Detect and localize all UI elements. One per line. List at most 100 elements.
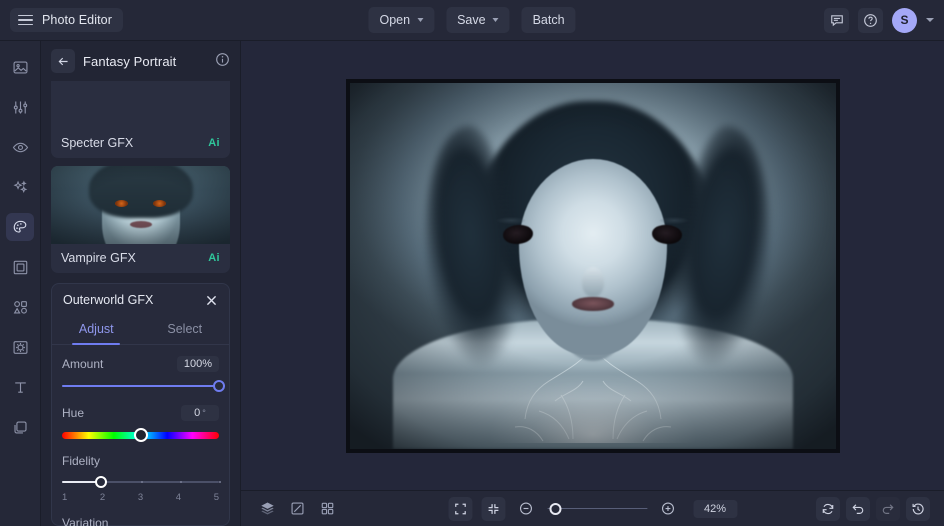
zoom-controls: 42% [447, 496, 738, 521]
ai-badge: Ai [208, 137, 220, 149]
canvas-area: 42% [241, 41, 944, 526]
comment-icon[interactable] [824, 7, 849, 33]
rail-item-palette[interactable] [6, 213, 34, 241]
app-body: Fantasy Portrait Specter GFX Ai Vampire … [0, 41, 944, 526]
edited-photo[interactable] [345, 78, 840, 453]
effect-header: Outerworld GFX [52, 284, 229, 316]
panel-header: Fantasy Portrait [41, 41, 240, 81]
tool-rail [0, 41, 41, 526]
preset-name: Vampire GFX [61, 251, 136, 265]
chevron-down-icon [492, 18, 499, 22]
slider-thumb[interactable] [548, 502, 561, 515]
canvas-viewport[interactable] [241, 41, 944, 490]
save-label: Save [457, 13, 486, 27]
slider-thumb[interactable] [95, 476, 108, 488]
panel-title: Fantasy Portrait [83, 53, 177, 69]
rail-item-eye[interactable] [6, 133, 34, 161]
redo-icon[interactable] [876, 496, 900, 521]
tab-adjust[interactable]: Adjust [52, 316, 141, 344]
effect-title: Outerworld GFX [63, 293, 154, 307]
tick-label: 3 [137, 492, 144, 503]
expand-frame-icon[interactable] [447, 496, 472, 521]
effect-tabs: Adjust Select [52, 316, 229, 345]
info-circle-icon[interactable] [215, 52, 230, 70]
list-item[interactable]: Specter GFX Ai [51, 81, 230, 158]
control-fidelity: Fidelity 1 2 3 4 5 [62, 454, 221, 503]
account-chevron-down-icon[interactable] [926, 18, 934, 22]
save-button[interactable]: Save [446, 7, 510, 33]
degree-unit: ° [202, 408, 206, 418]
avatar[interactable]: S [892, 7, 917, 33]
batch-button[interactable]: Batch [521, 7, 576, 33]
tick-label: 5 [213, 492, 219, 503]
app-title: Photo Editor [42, 13, 112, 27]
bottom-left-tools [255, 497, 339, 521]
slider-fill [62, 385, 219, 387]
bottom-right-tools [816, 496, 930, 521]
fidelity-tick-labels: 1 2 3 4 5 [62, 492, 219, 503]
preset-thumbnail [51, 81, 230, 129]
tick-label: 1 [62, 492, 68, 503]
open-label: Open [379, 13, 411, 27]
back-arrow-icon[interactable] [51, 49, 75, 73]
zoom-level-value[interactable]: 42% [692, 499, 738, 518]
bottom-toolbar: 42% [241, 490, 944, 526]
control-variation: Variation 1 2 3 4 5 [62, 516, 219, 526]
open-button[interactable]: Open [368, 7, 435, 33]
history-icon[interactable] [906, 496, 930, 521]
preset-list: Specter GFX Ai Vampire GFX Ai [41, 81, 240, 281]
rail-item-sparkles[interactable] [6, 173, 34, 201]
slider-track [546, 507, 647, 510]
control-value: 0 ° [181, 405, 219, 421]
chevron-down-icon [417, 18, 424, 22]
help-circle-icon[interactable] [858, 7, 883, 33]
rail-item-frame[interactable] [6, 253, 34, 281]
rail-item-layers[interactable] [6, 413, 34, 441]
control-label: Fidelity [62, 454, 101, 468]
effect-controls: Amount 100% Hue 0 ° Fidelity 1 2 3 4 5 V… [52, 345, 229, 526]
control-label: Hue [62, 406, 85, 420]
photo-vignette [349, 82, 836, 449]
layers-stack-icon[interactable] [255, 497, 279, 521]
zoom-in-icon[interactable] [656, 497, 680, 521]
preset-label-row: Vampire GFX Ai [51, 244, 230, 273]
grid-icon[interactable] [315, 497, 339, 521]
fidelity-slider[interactable] [62, 476, 221, 488]
hamburger-menu-icon[interactable] [18, 14, 33, 26]
rail-item-image[interactable] [6, 53, 34, 81]
ai-badge: Ai [208, 252, 220, 264]
control-amount: Amount 100% [62, 356, 225, 392]
hue-slider[interactable] [62, 428, 219, 442]
zoom-slider[interactable] [546, 502, 647, 515]
zoom-out-icon[interactable] [514, 497, 538, 521]
control-hue: Hue 0 ° [62, 405, 219, 442]
reset-sync-icon[interactable] [816, 496, 840, 521]
preset-label-row: Specter GFX Ai [51, 129, 230, 158]
brand-menu-button[interactable]: Photo Editor [10, 8, 123, 32]
close-icon[interactable] [205, 294, 218, 307]
slider-thumb[interactable] [213, 380, 225, 392]
top-center-actions: Open Save Batch [368, 7, 576, 33]
photo-editor-app: Photo Editor Open Save Batch S Fantasy P… [0, 0, 944, 526]
preset-name: Specter GFX [61, 136, 134, 150]
top-bar: Photo Editor Open Save Batch S [0, 0, 944, 41]
effects-panel: Fantasy Portrait Specter GFX Ai Vampire … [41, 41, 241, 526]
slider-thumb[interactable] [133, 428, 148, 442]
rail-item-text[interactable] [6, 373, 34, 401]
effect-settings-card: Outerworld GFX Adjust Select Amount 100%… [51, 283, 230, 526]
tab-select[interactable]: Select [141, 316, 230, 344]
control-value: 100% [176, 356, 219, 372]
batch-label: Batch [532, 13, 565, 27]
tick-label: 2 [99, 492, 106, 503]
preset-thumbnail [51, 166, 230, 244]
rail-item-shapes[interactable] [6, 293, 34, 321]
undo-icon[interactable] [846, 496, 870, 521]
rail-item-adjust[interactable] [6, 93, 34, 121]
top-right-actions: S [824, 7, 934, 33]
amount-slider[interactable] [62, 380, 225, 392]
collapse-frame-icon[interactable] [480, 496, 505, 521]
tick-label: 4 [175, 492, 182, 503]
rail-item-effects[interactable] [6, 333, 34, 361]
list-item[interactable]: Vampire GFX Ai [51, 166, 230, 273]
compare-icon[interactable] [285, 497, 309, 521]
